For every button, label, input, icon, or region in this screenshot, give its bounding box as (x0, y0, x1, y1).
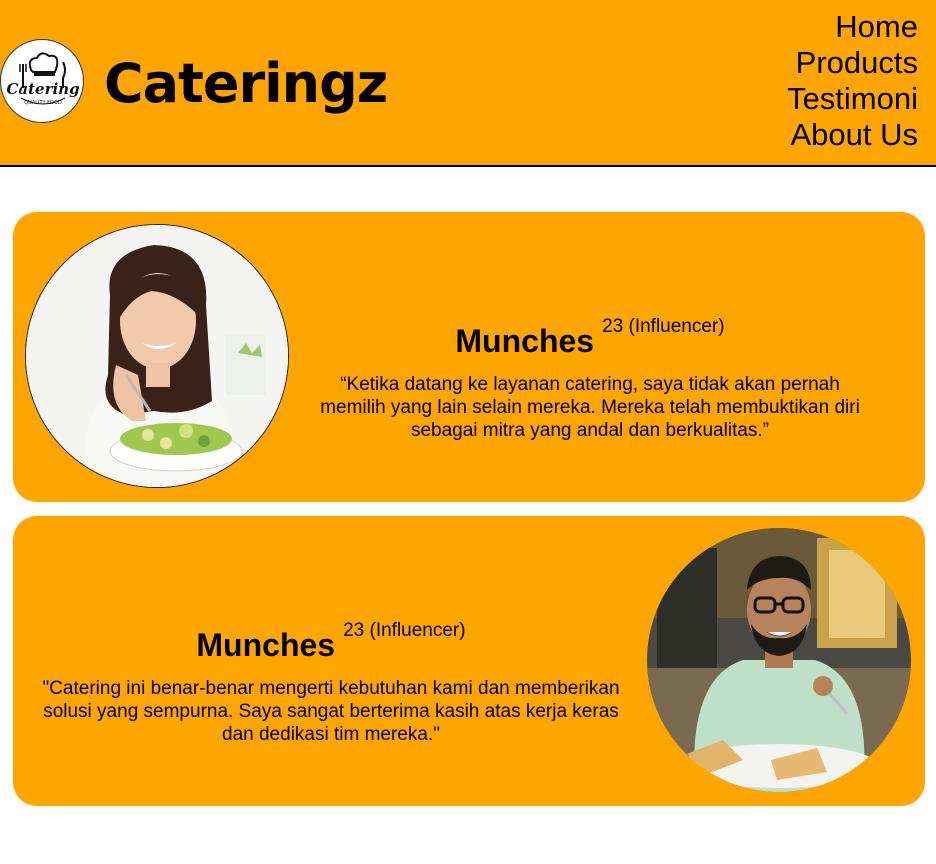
nav-home[interactable]: Home (787, 9, 918, 45)
site-header: Catering QUALITY FOOD Cateringz Home Pro… (0, 0, 936, 167)
testimonial-quote: “Ketika datang ke layanan catering, saya… (320, 374, 860, 441)
testimonial-card: Munches 23 (Influencer) "Catering ini ben… (13, 516, 925, 806)
testimonial-photo-woman (25, 224, 289, 488)
main-nav: Home Products Testimoni About Us (787, 9, 918, 153)
logo-subtext: QUALITY FOOD (24, 100, 62, 106)
testimonial-content: Munches 23 (Influencer) “Ketika datang ke… (305, 307, 875, 442)
testimonial-photo-man (647, 528, 911, 792)
testimonial-name: Munches (196, 626, 336, 663)
testimonial-card: Munches 23 (Influencer) “Ketika datang ke… (13, 212, 925, 502)
testimonial-name: Munches (455, 322, 595, 359)
logo-text: Catering (6, 80, 79, 98)
brand-name: Cateringz (104, 52, 388, 115)
testimonial-meta: 23 (Influencer) (343, 620, 466, 641)
nav-products[interactable]: Products (787, 45, 918, 81)
chef-hat-icon: Catering QUALITY FOOD (6, 52, 80, 106)
testimonial-content: Munches 23 (Influencer) "Catering ini ben… (31, 611, 631, 746)
catering-logo[interactable]: Catering QUALITY FOOD (0, 39, 84, 123)
testimonial-meta: 23 (Influencer) (602, 316, 725, 337)
nav-about-us[interactable]: About Us (787, 117, 918, 153)
nav-testimoni[interactable]: Testimoni (787, 81, 918, 117)
testimonial-quote: "Catering ini benar-benar mengerti kebut… (42, 678, 620, 745)
